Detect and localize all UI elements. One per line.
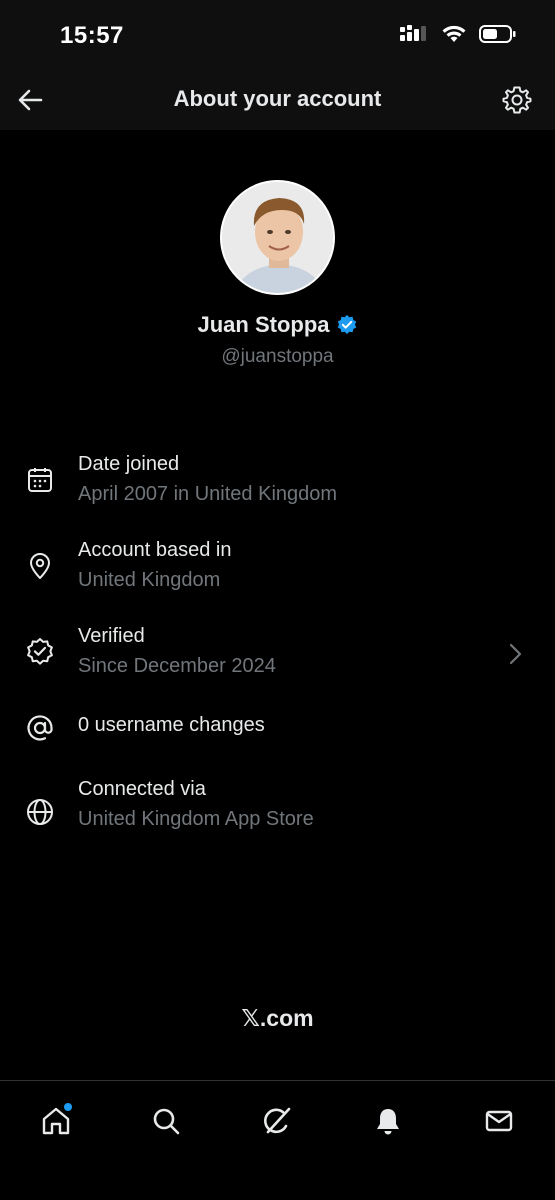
calendar-icon xyxy=(24,464,56,496)
grok-icon xyxy=(264,1107,291,1134)
info-title: 0 username changes xyxy=(78,714,265,736)
nav-search[interactable] xyxy=(144,1099,188,1143)
info-item-account-based-in: Account based in United Kingdom xyxy=(0,526,555,612)
info-item-verified[interactable]: Verified Since December 2024 xyxy=(0,612,555,698)
chevron-right-icon xyxy=(509,643,522,665)
verified-outline-icon xyxy=(24,636,56,668)
nav-grok[interactable] xyxy=(255,1099,299,1143)
nav-home[interactable] xyxy=(34,1099,78,1143)
mail-icon xyxy=(485,1110,513,1132)
avatar[interactable] xyxy=(220,180,335,295)
info-item-connected-via: Connected via United Kingdom App Store xyxy=(0,772,555,858)
x-com-link[interactable]: 𝕏.com xyxy=(0,1005,555,1032)
info-value: United Kingdom App Store xyxy=(78,808,314,830)
bell-icon xyxy=(377,1109,399,1135)
info-value: Since December 2024 xyxy=(78,655,276,677)
settings-button[interactable] xyxy=(499,82,535,118)
profile-handle: @juanstoppa xyxy=(221,346,334,367)
info-value: April 2007 in United Kingdom xyxy=(78,483,338,505)
info-value: United Kingdom xyxy=(78,569,221,591)
info-item-date-joined: Date joined April 2007 in United Kingdom xyxy=(0,440,555,526)
wifi-icon xyxy=(441,24,467,49)
verified-badge-icon xyxy=(337,315,356,334)
account-info-list: Date joined April 2007 in United Kingdom… xyxy=(0,440,555,858)
gear-icon xyxy=(502,86,532,114)
nav-messages[interactable] xyxy=(477,1099,521,1143)
page-title: About your account xyxy=(173,86,382,111)
status-time: 15:57 xyxy=(60,22,124,49)
globe-icon xyxy=(24,796,56,828)
header: About your account xyxy=(0,70,555,130)
location-pin-icon xyxy=(24,550,56,582)
info-title: Connected via xyxy=(78,778,206,800)
bottom-nav xyxy=(0,1080,555,1200)
info-title: Date joined xyxy=(78,453,180,475)
nav-notifications[interactable] xyxy=(366,1099,410,1143)
info-title: Verified xyxy=(78,625,145,647)
search-icon xyxy=(153,1108,180,1135)
profile-name-row: Juan Stoppa xyxy=(0,312,555,338)
info-item-username-changes: 0 username changes xyxy=(0,698,555,772)
cellular-signal-icon xyxy=(399,24,429,49)
info-title: Account based in xyxy=(78,539,232,561)
status-bar: 15:57 xyxy=(0,0,555,70)
profile-name: Juan Stoppa xyxy=(197,312,330,337)
notification-dot xyxy=(64,1103,72,1111)
at-sign-icon xyxy=(24,712,56,744)
status-icons xyxy=(399,24,517,49)
about-account-screen: 15:57 About your account Juan Stoppa @ju… xyxy=(0,0,555,1200)
battery-icon xyxy=(479,24,517,49)
